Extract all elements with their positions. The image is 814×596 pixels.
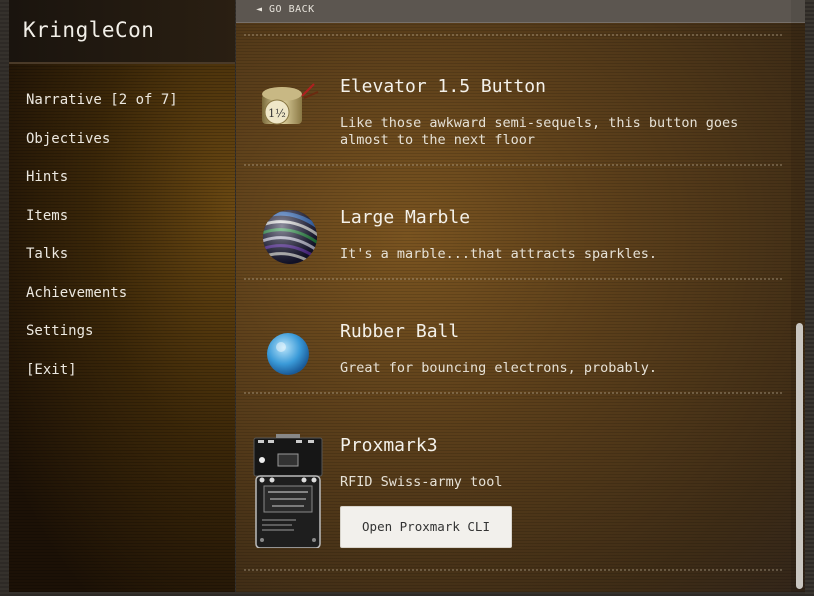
divider [244,34,782,36]
item-description: Great for bouncing electrons, probably. [340,360,657,376]
sidebar-item-items[interactable]: Items [26,206,178,245]
sidebar-item-objectives[interactable]: Objectives [26,129,178,168]
item-name: Rubber Ball [340,321,460,342]
divider [244,164,782,166]
scrollbar-thumb[interactable] [796,323,803,589]
item-name: Elevator 1.5 Button [340,76,546,97]
sidebar-item-hints[interactable]: Hints [26,167,178,206]
proxmark-device-icon [252,432,324,549]
sidebar-item-achievements[interactable]: Achievements [26,283,178,322]
items-panel: ◄ GO BACK 1½ Elevator 1.5 Button Like th… [236,0,805,592]
item-name: Large Marble [340,207,471,228]
sidebar-item-exit[interactable]: [Exit] [26,360,178,399]
item-name: Proxmark3 [340,435,438,456]
elevator-button-icon: 1½ [256,78,322,134]
elevator-button-text: 1½ [268,107,286,120]
brand-header: KringleCon [9,0,235,64]
sidebar-item-settings[interactable]: Settings [26,321,178,360]
divider [244,392,782,394]
rubber-ball-icon [264,330,312,378]
sidebar: KringleCon Narrative [2 of 7] Objectives… [9,0,235,592]
go-back-button[interactable]: ◄ GO BACK [256,4,315,15]
app-title: KringleCon [23,18,155,42]
sidebar-item-talks[interactable]: Talks [26,244,178,283]
sidebar-nav: Narrative [2 of 7] Objectives Hints Item… [26,90,178,398]
top-bar: ◄ GO BACK [236,0,805,23]
item-description: RFID Swiss-army tool [340,474,503,490]
open-proxmark-cli-button[interactable]: Open Proxmark CLI [340,506,512,548]
item-description: Like those awkward semi-sequels, this bu… [340,115,739,148]
sidebar-item-narrative[interactable]: Narrative [2 of 7] [26,90,178,129]
window-edge [805,0,814,596]
item-description: It's a marble...that attracts sparkles. [340,246,657,262]
divider [244,569,782,571]
marble-icon [260,207,320,267]
divider [244,278,782,280]
